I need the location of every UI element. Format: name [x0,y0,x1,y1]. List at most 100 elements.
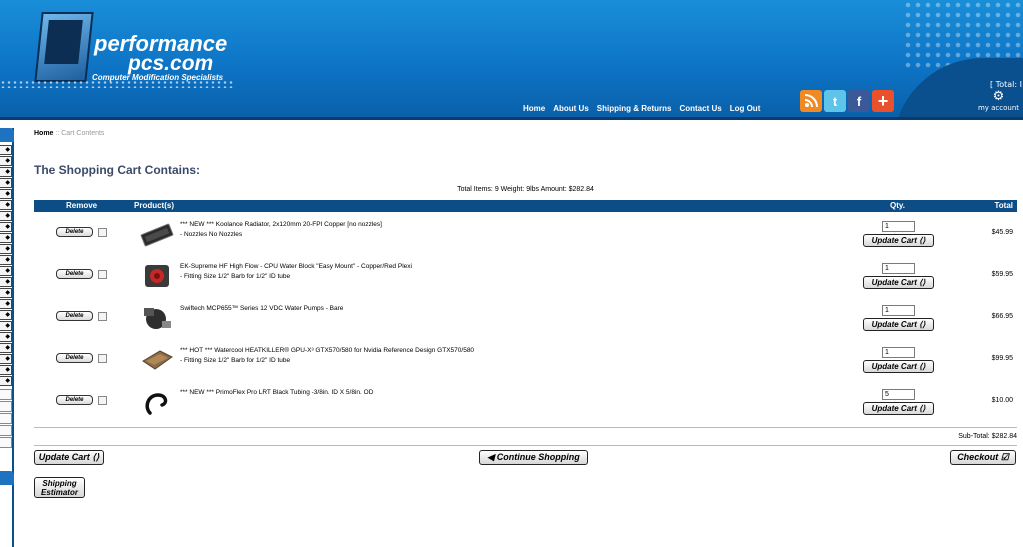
header-total: Total [994,201,1013,210]
sidebar-arrow-icon[interactable]: ◆ [0,354,12,364]
sidebar-tab-icon[interactable] [0,471,14,485]
product-image[interactable] [140,305,174,331]
nav-home[interactable]: Home [523,104,545,113]
social-links: t f + [800,90,894,112]
site-logo[interactable]: performance pcs.com [94,33,227,75]
update-cart-button[interactable]: Update Cart ⟨⟩ [863,318,934,331]
sidebar-box[interactable] [0,413,12,424]
sidebar-arrow-icon[interactable]: ◆ [0,299,12,309]
remove-checkbox[interactable] [98,270,107,279]
rss-icon[interactable] [800,90,822,112]
remove-checkbox[interactable] [98,228,107,237]
header-divider [0,117,1023,120]
sidebar-arrow-icon[interactable]: ◆ [0,200,12,210]
refresh-icon: ⟨⟩ [919,404,926,413]
checkmark-icon: ☑ [1000,452,1009,462]
sidebar-arrow-icon[interactable]: ◆ [0,365,12,375]
sidebar-box[interactable] [0,389,12,400]
cart-summary: Total Items: 9 Weight: 9lbs Amount: $282… [457,186,594,193]
my-account-link[interactable]: ⚙ my account [974,89,1023,113]
sidebar-arrow-icon[interactable]: ◆ [0,255,12,265]
sidebar-arrow-icon[interactable]: ◆ [0,288,12,298]
facebook-icon[interactable]: f [848,90,870,112]
shipping-estimator-line2: Estimator [41,488,78,497]
update-cart-button[interactable]: Update Cart ⟨⟩ [863,276,934,289]
left-sidebar: ◆ ◆ ◆ ◆ ◆ ◆ ◆ ◆ ◆ ◆ ◆ ◆ ◆ ◆ ◆ ◆ ◆ ◆ ◆ ◆ … [0,128,14,547]
cart-table-header: Remove Product(s) Qty. Total [34,200,1017,212]
remove-checkbox[interactable] [98,354,107,363]
refresh-icon: ⟨⟩ [92,452,100,462]
sidebar-box[interactable] [0,401,12,412]
sidebar-arrow-icon[interactable]: ◆ [0,266,12,276]
plus-icon[interactable]: + [872,90,894,112]
sidebar-arrow-icon[interactable]: ◆ [0,145,12,155]
update-cart-label: Update Cart [871,362,917,371]
sidebar-arrow-icon[interactable]: ◆ [0,211,12,221]
nav-log-out[interactable]: Log Out [730,104,761,113]
quantity-input[interactable]: 1 [882,263,915,274]
sidebar-arrow-icon[interactable]: ◆ [0,277,12,287]
sidebar-arrow-icon[interactable]: ◆ [0,222,12,232]
header-remove: Remove [66,201,98,210]
table-row: Delete Swiftech MCP655™ Series 12 VDC Wa… [34,302,1017,344]
shipping-estimator-button[interactable]: Shipping Estimator [34,477,85,498]
nav-shipping-returns[interactable]: Shipping & Returns [597,104,672,113]
sidebar-arrow-icon[interactable]: ◆ [0,189,12,199]
product-name[interactable]: *** NEW *** Koolance Radiator, 2x120mm 2… [180,221,382,228]
product-image[interactable] [140,347,174,373]
breadcrumb-home[interactable]: Home [34,130,53,137]
continue-shopping-button[interactable]: ◀ Continue Shopping [479,450,588,465]
product-price: $99.95 [991,355,1013,362]
sidebar-arrow-icon[interactable]: ◆ [0,167,12,177]
sidebar-arrow-icon[interactable]: ◆ [0,178,12,188]
main-content: Home :: Cart Contents The Shopping Cart … [34,130,1017,498]
product-name[interactable]: Swiftech MCP655™ Series 12 VDC Water Pum… [180,305,343,312]
nav-about-us[interactable]: About Us [553,104,589,113]
sidebar-arrow-icon[interactable]: ◆ [0,244,12,254]
delete-button[interactable]: Delete [56,353,93,363]
sidebar-arrow-icon[interactable]: ◆ [0,233,12,243]
remove-checkbox[interactable] [98,312,107,321]
product-image[interactable] [140,221,174,247]
logo-case-icon[interactable] [34,12,94,82]
sidebar-tab-icon[interactable] [0,128,14,142]
sidebar-arrow-icon[interactable]: ◆ [0,310,12,320]
update-cart-button[interactable]: Update Cart ⟨⟩ [863,402,934,415]
update-cart-button[interactable]: Update Cart ⟨⟩ [863,360,934,373]
sidebar-box[interactable] [0,425,12,436]
quantity-input[interactable]: 5 [882,389,915,400]
quantity-input[interactable]: 1 [882,305,915,316]
product-image[interactable] [140,263,174,289]
product-option: - Fitting Size 1/2" Barb for 1/2" ID tub… [180,357,291,364]
product-name[interactable]: *** HOT *** Watercool HEATKILLER® GPU-X³… [180,347,474,354]
quantity-input[interactable]: 1 [882,347,915,358]
top-nav: Home About Us Shipping & Returns Contact… [523,104,760,113]
update-cart-button-bottom[interactable]: Update Cart ⟨⟩ [34,450,104,465]
my-account-label: my account [977,104,1020,112]
update-cart-button[interactable]: Update Cart ⟨⟩ [863,234,934,247]
header-cart-total[interactable]: [ Total: I [990,80,1022,89]
product-price: $66.95 [991,313,1013,320]
header-products: Product(s) [134,201,174,210]
product-name[interactable]: *** NEW *** PrimoFlex Pro LRT Black Tubi… [180,389,373,396]
nav-contact-us[interactable]: Contact Us [679,104,721,113]
sidebar-arrow-icon[interactable]: ◆ [0,321,12,331]
delete-button[interactable]: Delete [56,395,93,405]
logo-line2: pcs.com [128,52,214,75]
gear-icon: ⚙ [992,89,1005,104]
sidebar-arrow-icon[interactable]: ◆ [0,376,12,386]
sidebar-box[interactable] [0,437,12,448]
delete-button[interactable]: Delete [56,227,93,237]
delete-button[interactable]: Delete [56,269,93,279]
sidebar-arrow-icon[interactable]: ◆ [0,156,12,166]
twitter-icon[interactable]: t [824,90,846,112]
remove-checkbox[interactable] [98,396,107,405]
product-image[interactable] [140,389,174,415]
refresh-icon: ⟨⟩ [919,278,926,287]
sidebar-arrow-icon[interactable]: ◆ [0,332,12,342]
sidebar-arrow-icon[interactable]: ◆ [0,343,12,353]
quantity-input[interactable]: 1 [882,221,915,232]
checkout-button[interactable]: Checkout ☑ [950,450,1016,465]
delete-button[interactable]: Delete [56,311,93,321]
product-name[interactable]: EK-Supreme HF High Flow - CPU Water Bloc… [180,263,412,270]
